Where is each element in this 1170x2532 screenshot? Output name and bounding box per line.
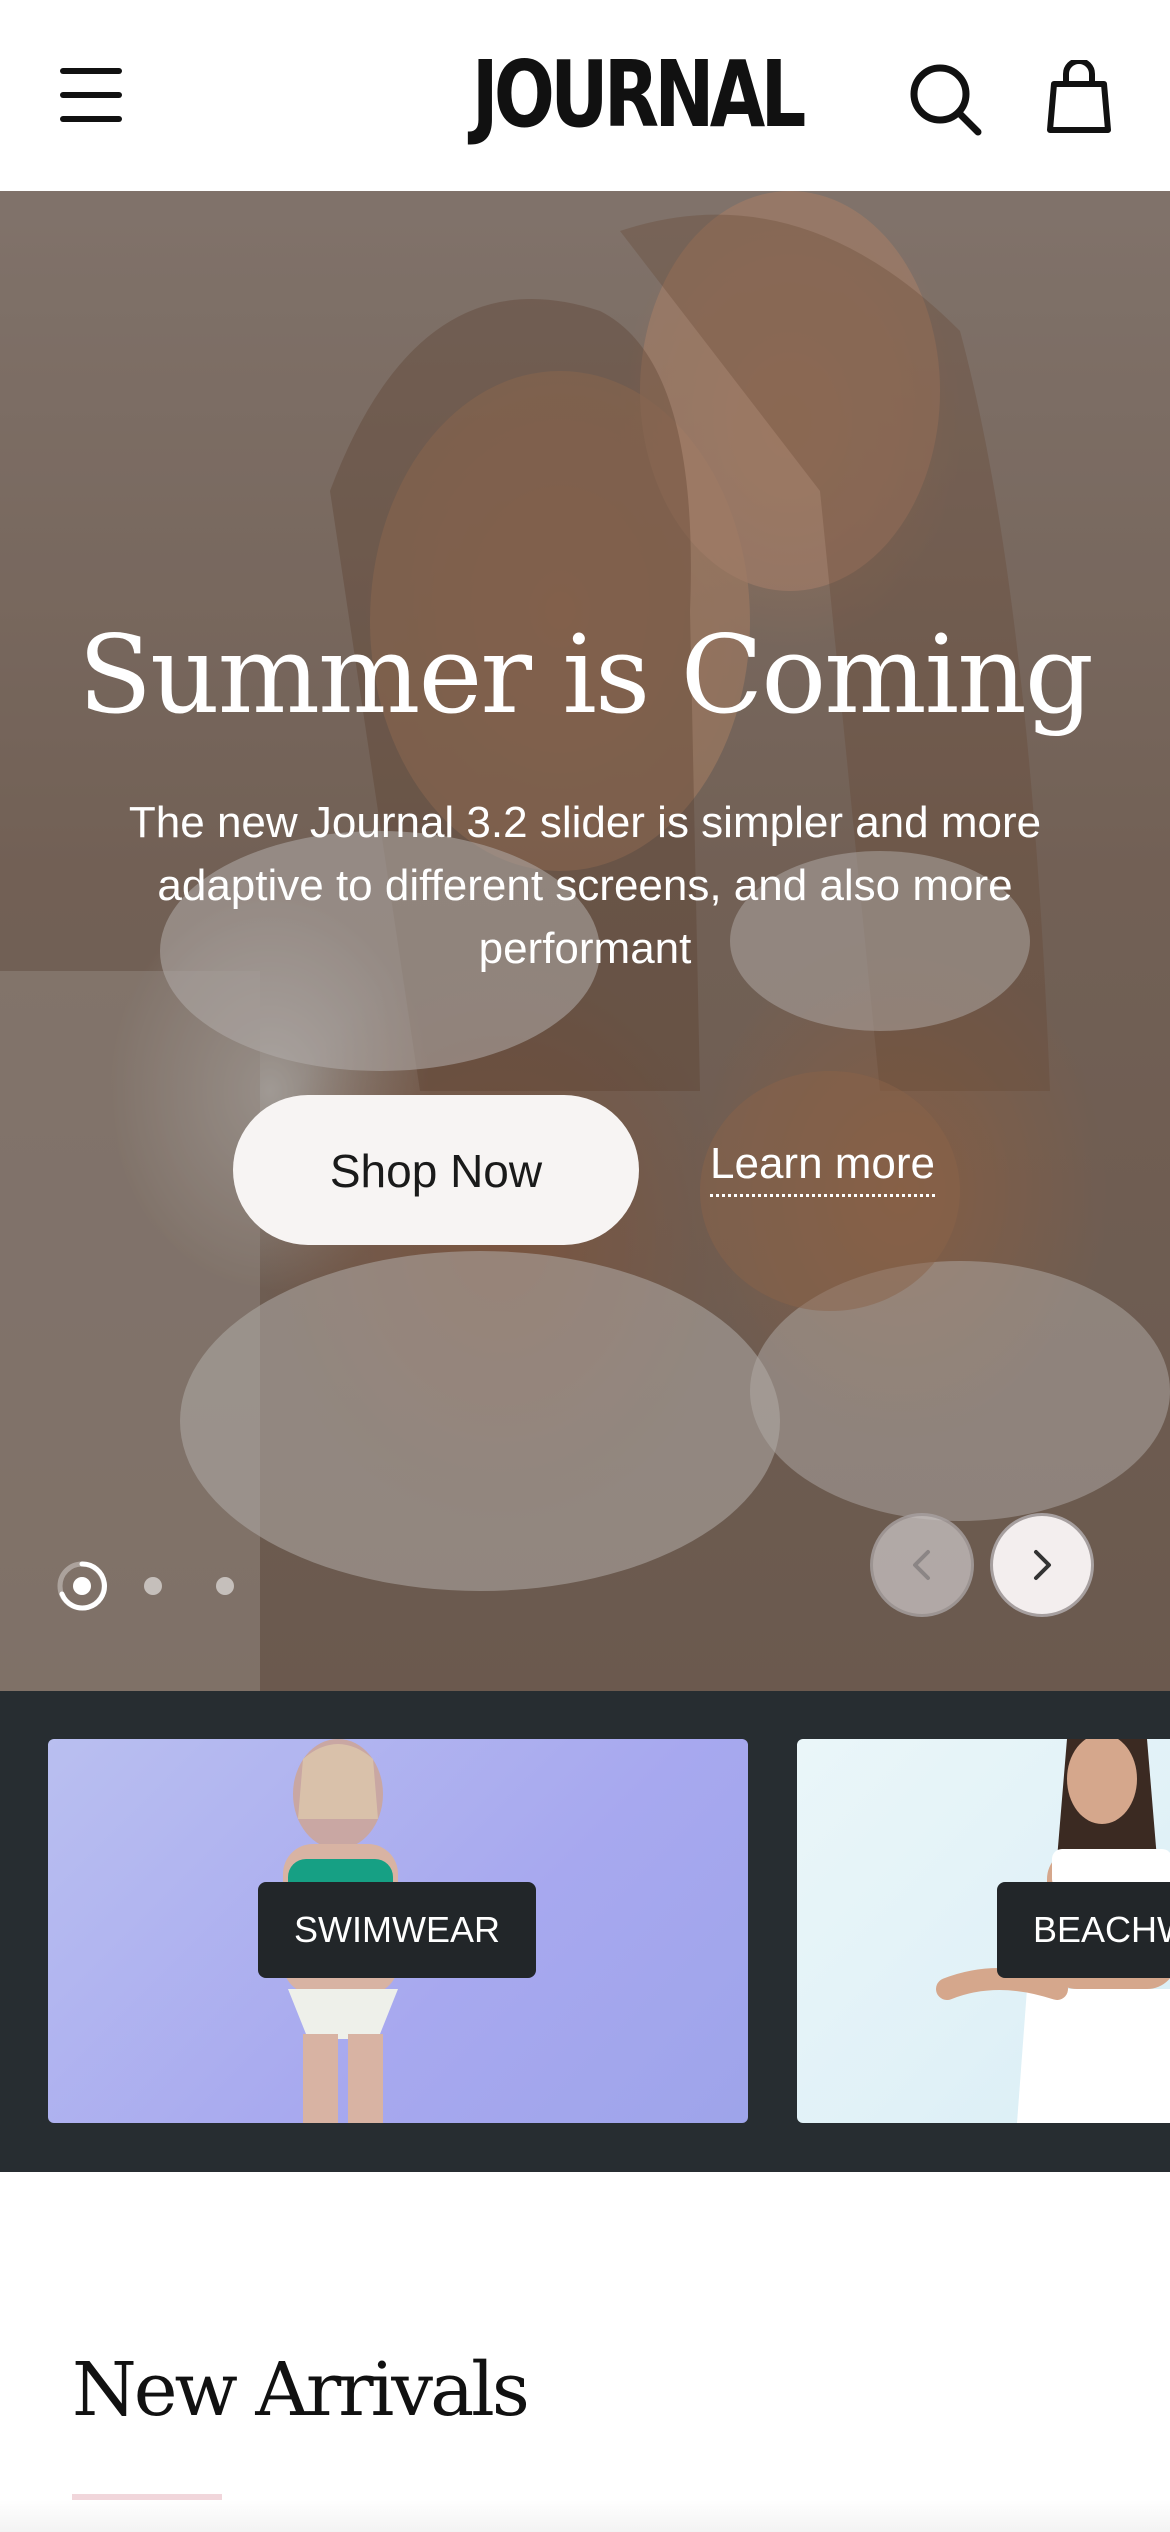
slide-indicator-active[interactable] — [56, 1560, 108, 1612]
bottom-fade — [0, 2500, 1170, 2532]
category-card-swimwear[interactable]: SWIMWEAR — [48, 1739, 748, 2123]
learn-more-link[interactable]: Learn more — [710, 1136, 936, 1197]
category-card-beachwear[interactable]: BEACHW — [797, 1739, 1170, 2123]
slide-indicator-2[interactable] — [144, 1577, 162, 1595]
hamburger-menu-icon — [60, 68, 122, 122]
chevron-left-icon — [913, 1550, 930, 1580]
hero-title: Summer is Coming — [78, 613, 1094, 738]
progress-ring-icon — [57, 1561, 107, 1611]
top-header: JOURNAL — [0, 0, 1170, 191]
cart-button[interactable] — [1044, 58, 1114, 134]
site-logo[interactable]: JOURNAL — [472, 45, 806, 145]
shop-now-button[interactable]: Shop Now — [233, 1095, 639, 1245]
next-slide-button[interactable] — [990, 1513, 1094, 1617]
previous-slide-button[interactable] — [870, 1513, 974, 1617]
menu-button[interactable] — [58, 62, 128, 124]
category-label-swimwear: SWIMWEAR — [258, 1882, 536, 1978]
slide-indicator-3[interactable] — [216, 1577, 234, 1595]
shopping-bag-icon — [1047, 58, 1111, 133]
search-icon — [910, 64, 982, 136]
category-carousel: SWIMWEAR BEACHW — [0, 1691, 1170, 2172]
category-label-beachwear: BEACHW — [997, 1882, 1170, 1978]
hero-slider: Summer is Coming The new Journal 3.2 sli… — [0, 191, 1170, 1691]
search-button[interactable] — [908, 62, 984, 138]
new-arrivals-title: New Arrivals — [72, 2347, 530, 2433]
chevron-right-icon — [1034, 1550, 1051, 1580]
hero-subtitle: The new Journal 3.2 slider is simpler an… — [128, 798, 1042, 973]
